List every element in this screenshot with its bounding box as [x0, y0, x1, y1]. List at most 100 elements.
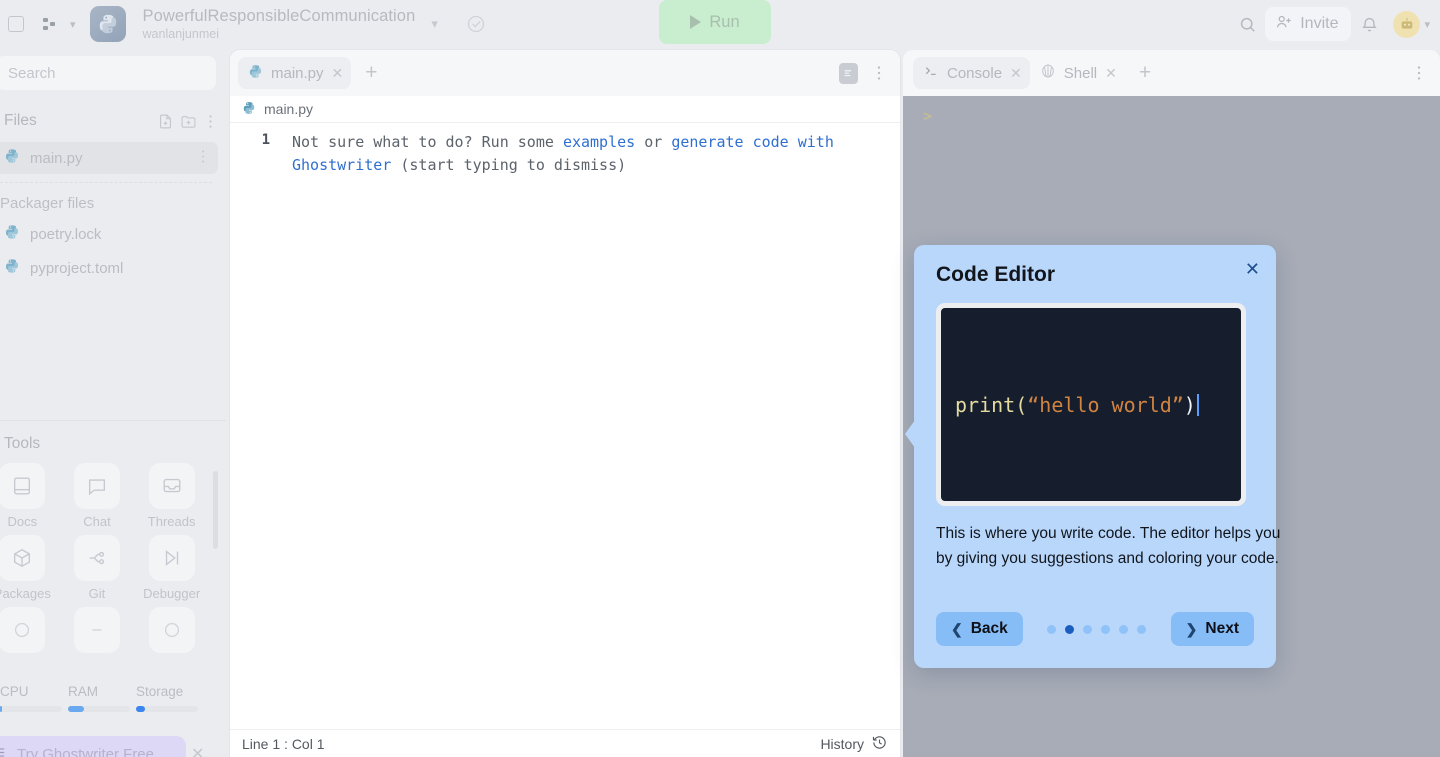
back-button-label: Back	[971, 620, 1008, 638]
invite-button[interactable]: Invite	[1265, 7, 1351, 41]
tool-row3-b[interactable]	[63, 607, 132, 653]
tab-close-icon[interactable]: ✕	[1010, 65, 1022, 82]
tool-label: Docs	[8, 514, 38, 529]
tab-close-icon[interactable]: ✕	[1105, 65, 1117, 82]
tool-row3-a[interactable]	[0, 607, 57, 653]
tool-packages[interactable]: Packages	[0, 535, 57, 601]
history-label[interactable]: History	[820, 736, 864, 752]
tab-label: Shell	[1064, 65, 1097, 82]
sidebar-file-pyproject-toml[interactable]: pyproject.toml	[0, 252, 218, 284]
tool-docs[interactable]: Docs	[0, 463, 57, 529]
ghostwriter-banner[interactable]: Try Ghostwriter Free	[0, 736, 186, 757]
cube-icon	[0, 535, 45, 581]
editor-more-vertical-icon[interactable]	[872, 64, 886, 82]
tab-close-icon[interactable]: ✕	[332, 65, 344, 82]
ghost-text-1: Not sure what to do? Run some	[292, 133, 563, 151]
search-input[interactable]: Search	[0, 56, 216, 90]
project-python-icon	[90, 6, 126, 42]
git-branch-icon	[74, 535, 120, 581]
circle-icon	[149, 607, 195, 653]
next-button[interactable]: ❯ Next	[1171, 612, 1254, 646]
new-file-icon[interactable]	[157, 113, 174, 130]
editor-pane: main.py ✕ + main.py 1 Not sure what to d…	[230, 50, 900, 757]
ghostwriter-banner-label: Try Ghostwriter Free	[17, 746, 154, 757]
sidebar-file-main-py[interactable]: main.py	[0, 142, 218, 174]
python-file-icon	[242, 101, 256, 118]
new-folder-icon[interactable]	[180, 113, 197, 130]
modal-close-icon[interactable]: ✕	[1245, 260, 1260, 278]
tool-row3-c[interactable]	[137, 607, 206, 653]
app-header: ▾ PowerfulResponsibleCommunication wanla…	[0, 0, 1440, 48]
step-dot[interactable]	[1047, 625, 1056, 634]
file-more-vertical-icon[interactable]	[196, 148, 210, 169]
project-title: PowerfulResponsibleCommunication	[143, 7, 416, 26]
chevron-right-icon: ❯	[1186, 621, 1198, 638]
step-dot[interactable]	[1083, 625, 1092, 634]
invite-button-label: Invite	[1300, 15, 1338, 33]
tool-chat[interactable]: Chat	[63, 463, 132, 529]
resource-fill	[0, 706, 2, 712]
tools-label: Tools	[0, 421, 226, 463]
account-chevron-down-icon[interactable]: ▾	[1424, 18, 1430, 31]
step-dot[interactable]	[1101, 625, 1110, 634]
modal-footer: ❮ Back ❯ Next	[936, 612, 1254, 646]
cursor-position: Line 1 : Col 1	[242, 736, 325, 752]
files-more-vertical-icon[interactable]	[203, 113, 218, 130]
new-tab-plus-icon[interactable]: +	[365, 61, 377, 85]
code-function-name: print(	[955, 393, 1027, 417]
code-cursor	[1197, 394, 1199, 416]
resource-fill	[136, 706, 145, 712]
ghostwriter-banner-close-icon[interactable]: ✕	[191, 744, 204, 757]
resource-label: CPU	[0, 684, 68, 699]
tool-debugger[interactable]: Debugger	[137, 535, 206, 601]
resource-fill	[68, 706, 84, 712]
resource-storage: Storage	[136, 684, 204, 726]
console-more-vertical-icon[interactable]	[1412, 64, 1440, 82]
python-file-icon	[4, 148, 20, 168]
resource-track	[68, 706, 130, 712]
step-dot[interactable]	[1119, 625, 1128, 634]
tool-threads[interactable]: Threads	[137, 463, 206, 529]
breadcrumb-label: main.py	[264, 101, 313, 117]
resource-label: RAM	[68, 684, 136, 699]
files-label: Files	[4, 112, 151, 130]
grid-menu-icon[interactable]	[36, 10, 64, 38]
resource-track	[0, 706, 62, 712]
back-button[interactable]: ❮ Back	[936, 612, 1023, 646]
search-icon[interactable]	[1233, 10, 1261, 38]
project-owner: wanlanjunmei	[143, 27, 416, 41]
run-button[interactable]: Run	[659, 0, 771, 44]
user-avatar-icon[interactable]	[1393, 11, 1420, 38]
resource-meters: CPU RAM Storage	[0, 684, 226, 726]
project-chevron-down-icon[interactable]: ▾	[431, 16, 438, 32]
examples-link[interactable]: examples	[563, 133, 635, 151]
editor-tabbar: main.py ✕ +	[230, 50, 900, 96]
document-lines-icon[interactable]	[839, 63, 858, 84]
tab-shell[interactable]: Shell ✕	[1030, 57, 1125, 89]
tool-label: Threads	[148, 514, 196, 529]
menu-chevron-down-icon[interactable]: ▾	[70, 18, 76, 31]
editor-statusbar: Line 1 : Col 1 History	[230, 729, 900, 757]
check-cloud-icon	[466, 14, 486, 34]
code-editor-area[interactable]: 1 Not sure what to do? Run some examples…	[230, 123, 900, 723]
step-dot[interactable]	[1137, 625, 1146, 634]
tools-scrollbar[interactable]	[213, 471, 218, 549]
sidebar-file-poetry-lock[interactable]: poetry.lock	[0, 218, 218, 250]
chat-bubble-icon	[74, 463, 120, 509]
step-dot-active[interactable]	[1065, 625, 1074, 634]
console-tabbar: Console ✕ Shell ✕ +	[903, 50, 1440, 96]
clock-rewind-icon[interactable]	[871, 734, 888, 754]
tab-console[interactable]: Console ✕	[913, 57, 1030, 89]
resource-ram: RAM	[68, 684, 136, 726]
tab-main-py[interactable]: main.py ✕	[238, 57, 351, 89]
tool-git[interactable]: Git	[63, 535, 132, 601]
debug-step-icon	[149, 535, 195, 581]
modal-body-text: This is where you write code. The editor…	[936, 522, 1281, 572]
terminal-icon	[923, 63, 939, 83]
next-button-label: Next	[1205, 620, 1239, 638]
ghostwriter-placeholder: Not sure what to do? Run some examples o…	[292, 131, 882, 178]
notification-bell-icon[interactable]	[1355, 10, 1383, 38]
sidebar-file-label: poetry.lock	[30, 226, 101, 243]
step-indicator	[1023, 625, 1171, 634]
new-console-tab-plus-icon[interactable]: +	[1139, 61, 1151, 85]
